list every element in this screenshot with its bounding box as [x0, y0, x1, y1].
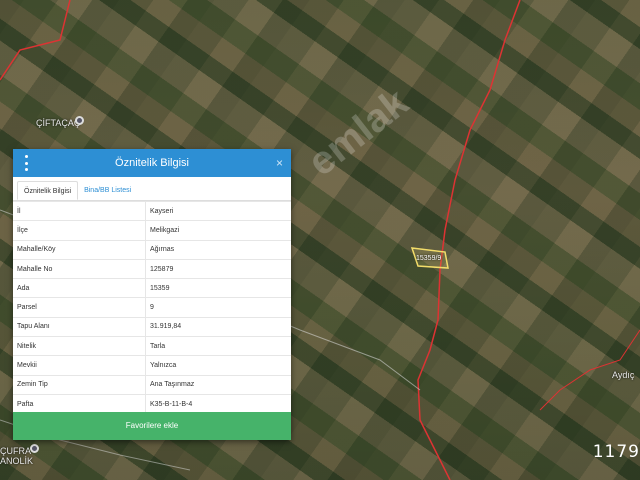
- row-value: Yalnızca: [145, 355, 291, 376]
- boundary-line-main: [417, 0, 521, 480]
- close-icon[interactable]: ×: [276, 149, 283, 177]
- row-value: Tarla: [145, 336, 291, 356]
- table-row: Tapu Alanı 31.919,84: [13, 316, 291, 337]
- add-to-favorites-button[interactable]: Favorilere ekle: [13, 412, 291, 440]
- tab-bar: Öznitelik Bilgisi Bina/BB Listesi: [13, 179, 291, 201]
- row-key: İlçe: [13, 220, 146, 241]
- panel-header: Öznitelik Bilgisi ×: [13, 149, 291, 177]
- location-pin-icon[interactable]: [75, 116, 84, 125]
- row-value: Ağırnas: [145, 239, 291, 260]
- row-value: 31.919,84: [145, 316, 291, 337]
- row-key: İl: [13, 200, 146, 221]
- table-row: Mahalle/Köy Ağırnas: [13, 239, 291, 260]
- row-key: Parsel: [13, 297, 146, 318]
- village-label-bottom: ÇUFRA: [0, 446, 31, 456]
- row-value: 15359: [145, 278, 291, 298]
- row-value: Ana Taşınmaz: [145, 374, 291, 395]
- row-value: 9: [145, 297, 291, 318]
- row-value: K35-B-11-B-4: [145, 393, 291, 414]
- row-key: Pafta: [13, 393, 146, 414]
- boundary-line-top-left: [0, 0, 71, 81]
- row-value: Kayseri: [145, 200, 291, 221]
- table-row: Ada 15359: [13, 278, 291, 298]
- tab-attributes[interactable]: Öznitelik Bilgisi: [17, 181, 79, 200]
- attribute-panel: Öznitelik Bilgisi × Öznitelik Bilgisi Bi…: [13, 149, 291, 440]
- village-label-top: ÇİFTAÇAÇ: [36, 118, 81, 128]
- row-key: Nitelik: [13, 336, 146, 356]
- table-row: Mevkii Yalnızca: [13, 355, 291, 376]
- row-key: Tapu Alanı: [13, 316, 146, 337]
- village-label-right: Aydıç: [612, 370, 635, 380]
- table-row: İlçe Melikgazi: [13, 220, 291, 241]
- location-pin-icon-bottom[interactable]: [30, 444, 39, 453]
- table-row: İl Kayseri: [13, 200, 291, 221]
- table-row: Zemin Tip Ana Taşınmaz: [13, 374, 291, 395]
- row-value: Melikgazi: [145, 220, 291, 241]
- scale-readout: 1179: [592, 442, 640, 462]
- table-row: Nitelik Tarla: [13, 336, 291, 356]
- table-row: Pafta K35-B-11-B-4: [13, 393, 291, 414]
- row-key: Mahalle No: [13, 258, 146, 279]
- row-key: Ada: [13, 278, 146, 298]
- table-row: Mahalle No 125879: [13, 258, 291, 279]
- row-key: Mahalle/Köy: [13, 239, 146, 260]
- parcel-label: 15359/9: [416, 255, 442, 262]
- table-row: Parsel 9: [13, 297, 291, 318]
- tab-building-list[interactable]: Bina/BB Listesi: [78, 181, 137, 200]
- row-key: Mevkii: [13, 355, 146, 376]
- row-value: 125879: [145, 258, 291, 279]
- panel-title: Öznitelik Bilgisi: [115, 157, 189, 169]
- village-label-bottom2: ANOLİK: [0, 456, 34, 466]
- attribute-table: İl Kayseri İlçe Melikgazi Mahalle/Köy Ağırnas…: [13, 200, 291, 414]
- row-key: Zemin Tip: [13, 374, 146, 395]
